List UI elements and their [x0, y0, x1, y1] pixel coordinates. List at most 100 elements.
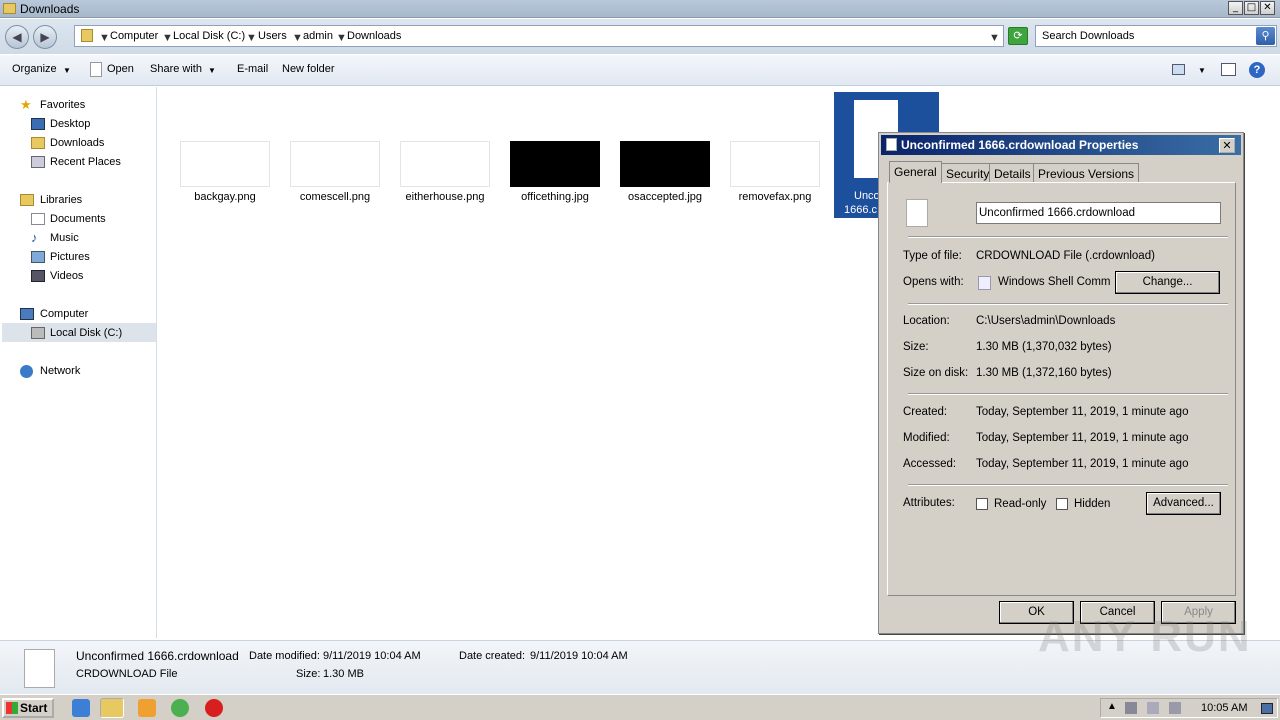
file-name[interactable]: backgay.png — [170, 191, 280, 203]
change-button[interactable]: Change... — [1115, 271, 1220, 294]
hidden-checkbox[interactable] — [1056, 498, 1068, 510]
address-dropdown-icon[interactable]: ▼ — [989, 32, 1000, 44]
file-thumbnail[interactable] — [180, 141, 270, 187]
nav-downloads[interactable]: Downloads — [50, 134, 104, 152]
downloads-folder-icon — [31, 137, 45, 149]
start-button[interactable]: Start — [2, 698, 54, 718]
chrome-icon[interactable] — [171, 699, 189, 717]
window-titlebar[interactable]: Downloads _ □ ✕ — [0, 0, 1280, 18]
file-name[interactable]: comescell.png — [280, 191, 390, 203]
chevron-down-icon[interactable]: ▼ — [162, 32, 173, 44]
nav-network[interactable]: Network — [40, 362, 80, 380]
breadcrumb-local-disk[interactable]: Local Disk (C:) — [173, 30, 245, 42]
view-options-icon[interactable] — [1172, 64, 1185, 75]
network-tray-icon[interactable] — [1125, 702, 1137, 714]
new-folder-button[interactable]: New folder — [282, 63, 335, 75]
tab-general[interactable]: General — [889, 161, 942, 183]
file-thumbnail[interactable] — [290, 141, 380, 187]
nav-recent-places[interactable]: Recent Places — [50, 153, 121, 171]
chevron-down-icon[interactable]: ▼ — [336, 32, 347, 44]
hidden-label[interactable]: Hidden — [1074, 498, 1110, 510]
tab-security[interactable]: Security — [941, 163, 995, 182]
stop-icon[interactable] — [205, 699, 223, 717]
email-button[interactable]: E-mail — [237, 63, 268, 75]
ie-icon[interactable] — [72, 699, 90, 717]
breadcrumb-users[interactable]: Users — [258, 30, 287, 42]
forward-button[interactable]: ▶ — [33, 25, 57, 49]
preview-pane-icon[interactable] — [1221, 63, 1236, 76]
chevron-down-icon[interactable]: ▼ — [99, 32, 110, 44]
back-button[interactable]: ◀ — [5, 25, 29, 49]
nav-computer[interactable]: Computer — [40, 305, 88, 323]
computer-icon — [20, 308, 34, 320]
details-size-label: Size: — [296, 668, 321, 680]
file-thumbnail[interactable] — [400, 141, 490, 187]
details-modified-value: 9/11/2019 10:04 AM — [323, 650, 421, 662]
nav-local-disk[interactable]: Local Disk (C:) — [50, 324, 122, 342]
file-name[interactable]: osaccepted.jpg — [610, 191, 720, 203]
help-icon[interactable]: ? — [1249, 62, 1265, 78]
window-title: Downloads — [20, 2, 80, 16]
tab-previous-versions[interactable]: Previous Versions — [1033, 163, 1140, 182]
chevron-down-icon[interactable]: ▼ — [246, 32, 257, 44]
clock[interactable]: 10:05 AM — [1201, 702, 1247, 714]
nav-documents[interactable]: Documents — [50, 210, 106, 228]
search-input[interactable]: Search Downloads ⚲ — [1035, 25, 1277, 47]
location-label: Location: — [903, 315, 950, 327]
refresh-icon[interactable]: ⟳ — [1008, 27, 1028, 45]
nav-desktop[interactable]: Desktop — [50, 115, 90, 133]
search-icon[interactable]: ⚲ — [1256, 27, 1275, 45]
tray-expand-icon[interactable]: ▲ — [1107, 701, 1117, 712]
breadcrumb-computer[interactable]: Computer — [110, 30, 158, 42]
local-disk-icon — [31, 327, 45, 339]
file-thumbnail[interactable] — [730, 141, 820, 187]
properties-dialog: Unconfirmed 1666.crdownload Properties ✕… — [878, 132, 1244, 634]
dialog-close-button[interactable]: ✕ — [1219, 138, 1235, 153]
explorer-icon[interactable] — [100, 698, 124, 718]
chevron-down-icon[interactable]: ▼ — [292, 32, 303, 44]
organize-button[interactable]: Organize — [12, 63, 57, 75]
nav-favorites[interactable]: Favorites — [40, 96, 85, 114]
location-value: C:\Users\admin\Downloads — [976, 315, 1116, 327]
recent-places-icon — [31, 156, 45, 168]
share-with-button[interactable]: Share with — [150, 63, 202, 75]
nav-libraries[interactable]: Libraries — [40, 191, 82, 209]
chevron-down-icon[interactable]: ▼ — [208, 66, 216, 75]
address-box[interactable]: ▼ Computer ▼ Local Disk (C:) ▼ Users ▼ a… — [74, 25, 1004, 47]
file-name[interactable]: officething.jpg — [500, 191, 610, 203]
tab-details[interactable]: Details — [989, 163, 1036, 182]
file-name[interactable]: removefax.png — [720, 191, 830, 203]
volume-icon[interactable] — [1147, 702, 1159, 714]
chevron-down-icon[interactable]: ▼ — [1198, 66, 1206, 75]
nav-videos[interactable]: Videos — [50, 267, 83, 285]
dialog-titlebar[interactable]: Unconfirmed 1666.crdownload Properties ✕ — [881, 135, 1241, 155]
advanced-button[interactable]: Advanced... — [1146, 492, 1221, 515]
size-on-disk-value: 1.30 MB (1,372,160 bytes) — [976, 367, 1112, 379]
maximize-button[interactable]: □ — [1244, 1, 1259, 15]
file-thumbnail[interactable] — [510, 141, 600, 187]
file-name[interactable]: eitherhouse.png — [390, 191, 500, 203]
breadcrumb-downloads[interactable]: Downloads — [347, 30, 401, 42]
open-button[interactable]: Open — [107, 63, 134, 75]
start-label: Start — [20, 701, 48, 715]
nav-music[interactable]: Music — [50, 229, 79, 247]
type-label: Type of file: — [903, 250, 962, 262]
libraries-icon — [20, 194, 34, 206]
breadcrumb-admin[interactable]: admin — [303, 30, 333, 42]
close-button[interactable]: ✕ — [1260, 1, 1275, 15]
file-icon — [24, 649, 55, 688]
app-icon — [978, 276, 991, 290]
filename-field[interactable] — [976, 202, 1221, 224]
media-player-icon[interactable] — [138, 699, 156, 717]
readonly-checkbox[interactable] — [976, 498, 988, 510]
flag-icon[interactable] — [1169, 702, 1181, 714]
minimize-button[interactable]: _ — [1228, 1, 1243, 15]
show-desktop-icon[interactable] — [1261, 703, 1273, 714]
file-thumbnail[interactable] — [620, 141, 710, 187]
folder-icon — [81, 29, 93, 42]
accessed-value: Today, September 11, 2019, 1 minute ago — [976, 458, 1189, 470]
readonly-label[interactable]: Read-only — [994, 498, 1046, 510]
nav-pictures[interactable]: Pictures — [50, 248, 90, 266]
size-on-disk-label: Size on disk: — [903, 367, 969, 379]
chevron-down-icon[interactable]: ▼ — [63, 66, 71, 75]
